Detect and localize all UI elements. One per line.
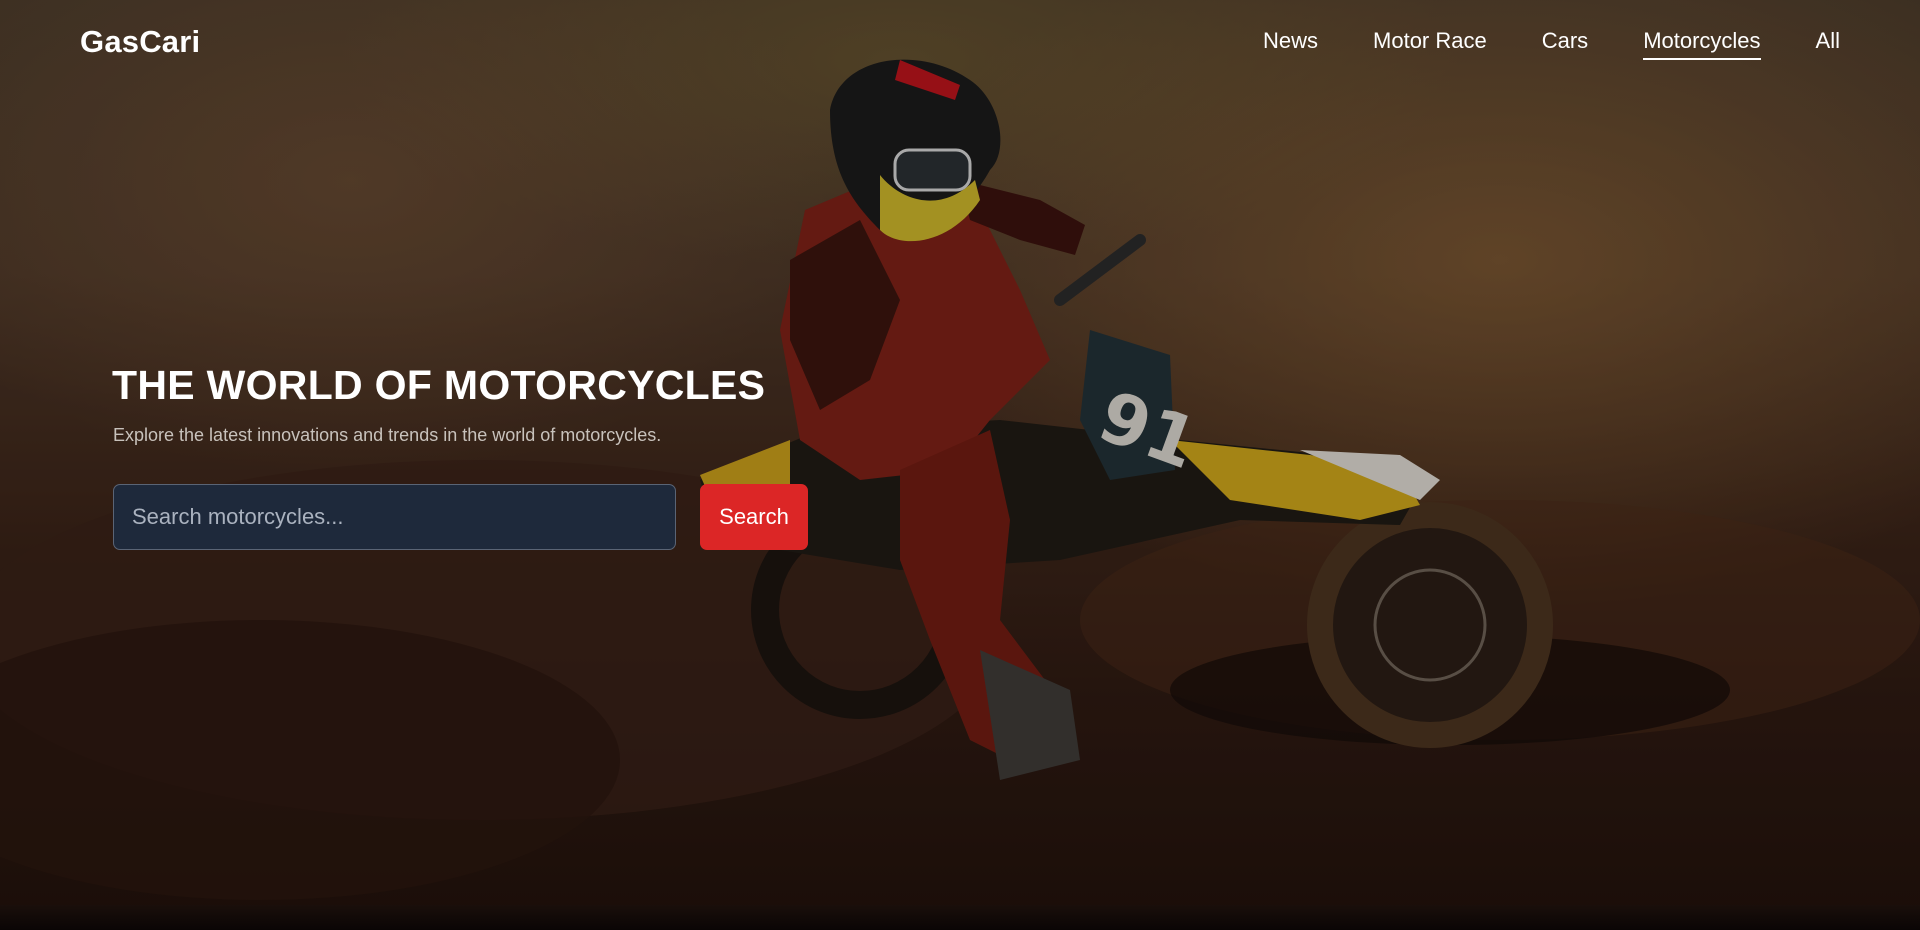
nav-item-all[interactable]: All xyxy=(1816,28,1840,60)
nav-item-cars[interactable]: Cars xyxy=(1542,28,1588,60)
nav-item-motorcycles[interactable]: Motorcycles xyxy=(1643,28,1761,60)
hero-section: 91 GasCari News Motor Race Cars Motorcyc… xyxy=(0,0,1920,912)
hero-overlay xyxy=(0,0,1920,912)
search-input[interactable] xyxy=(113,484,676,550)
search-button[interactable]: Search xyxy=(700,484,808,550)
nav-item-news[interactable]: News xyxy=(1263,28,1318,60)
main-nav: News Motor Race Cars Motorcycles All xyxy=(1263,28,1840,60)
page-bottom-edge xyxy=(0,905,1920,930)
page-subtitle: Explore the latest innovations and trend… xyxy=(113,425,662,445)
site-logo[interactable]: GasCari xyxy=(80,24,200,60)
page-title: THE WORLD OF MOTORCYCLES xyxy=(112,362,766,408)
nav-item-motor-race[interactable]: Motor Race xyxy=(1373,28,1487,60)
